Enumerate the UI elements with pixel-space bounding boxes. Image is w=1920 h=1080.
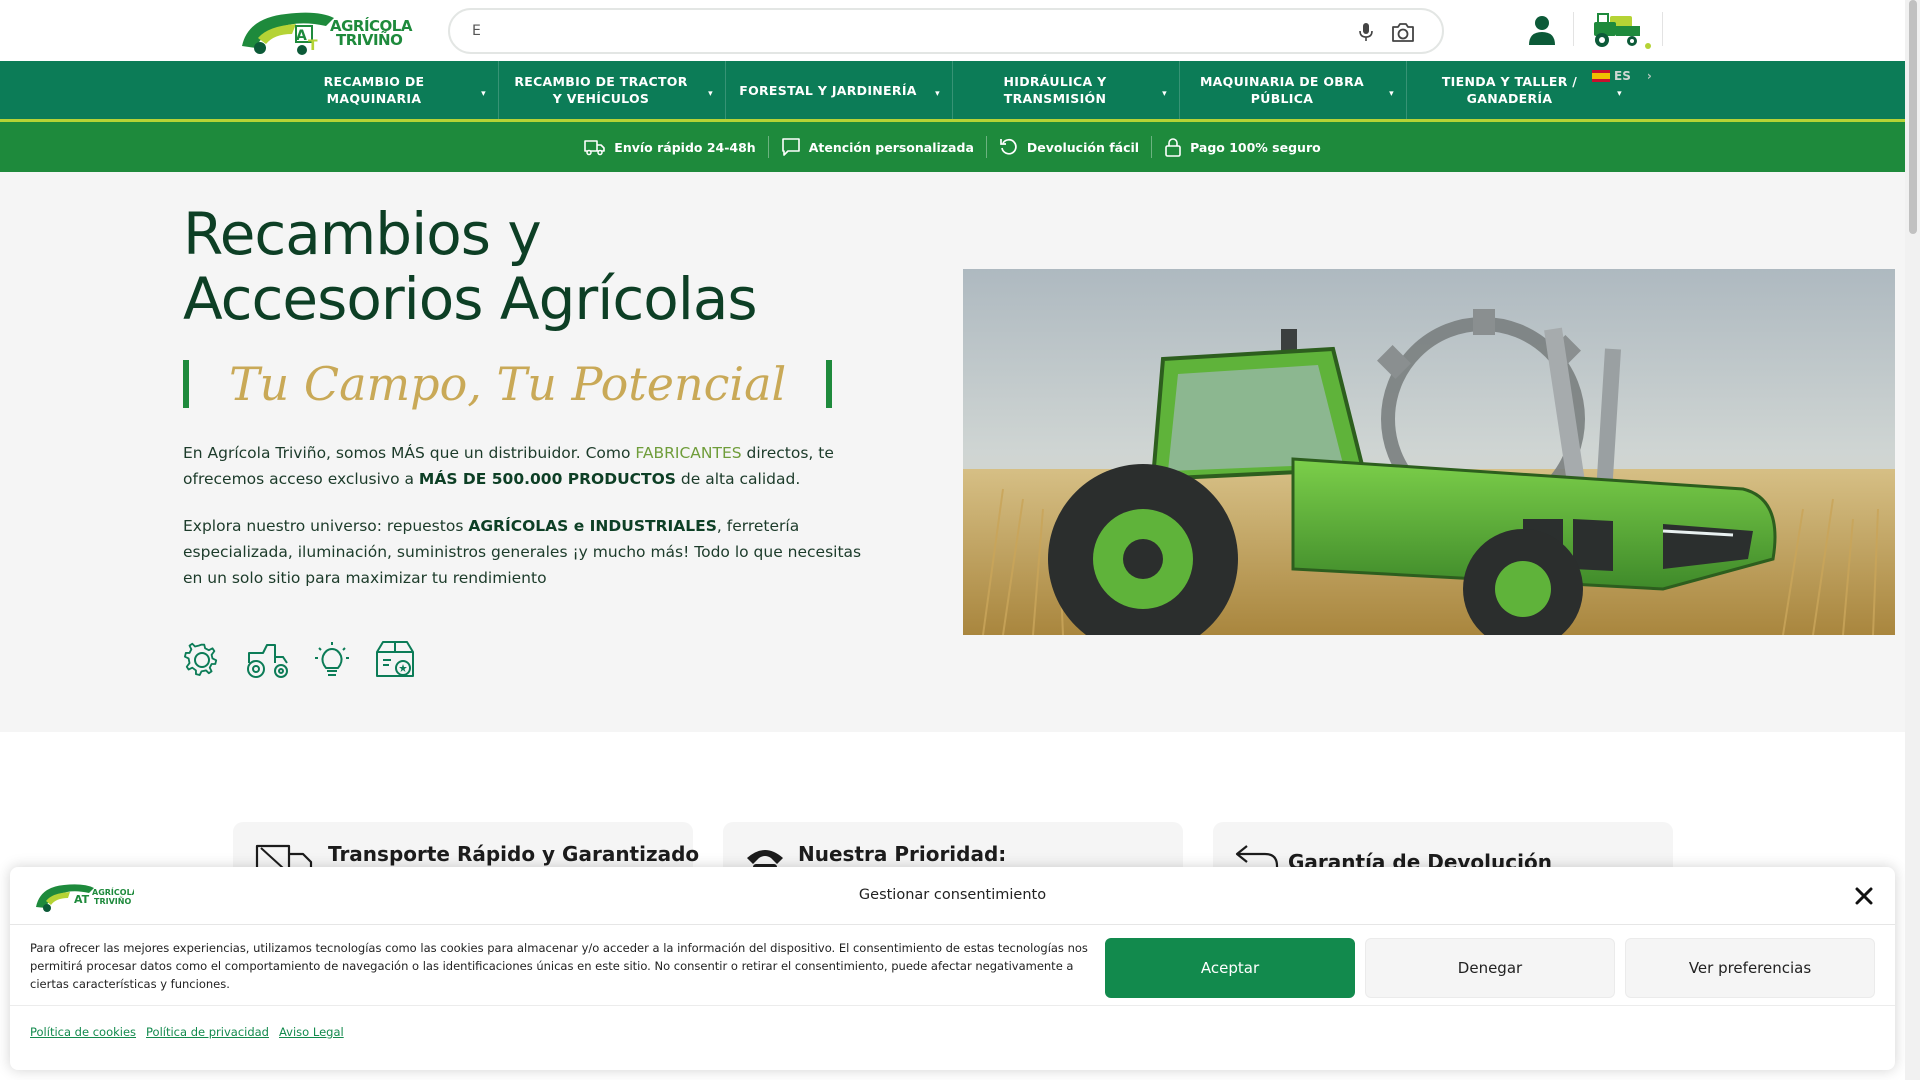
tractor-illustration bbox=[963, 269, 1895, 635]
hero-p1-text-a: En Agrícola Triviño, somos MÁS que un di… bbox=[183, 444, 636, 462]
hero-paragraph-2: Explora nuestro universo: repuestos AGRÍ… bbox=[183, 513, 863, 591]
spain-flag-icon bbox=[1592, 70, 1610, 82]
benefit-fast-shipping: Envío rápido 24-48h bbox=[572, 136, 767, 158]
parts-box-icon bbox=[376, 641, 414, 677]
site-logo[interactable]: A T AGRÍCOLA TRIVIÑO bbox=[238, 4, 412, 58]
hero-title-line-1: Recambios y bbox=[183, 200, 542, 268]
benefit-label: Devolución fácil bbox=[1026, 139, 1140, 155]
logo-tractor-icon: A T bbox=[242, 12, 334, 55]
benefit-personal-attention: Atención personalizada bbox=[767, 136, 986, 158]
page-scrollbar[interactable] bbox=[1905, 0, 1920, 1080]
nav-item-label: HIDRÁULICA Y TRANSMISIÓN bbox=[1003, 74, 1107, 106]
privacy-policy-link[interactable]: Política de privacidad bbox=[146, 1025, 269, 1039]
hero-p1-bold: MÁS DE 500.000 PRODUCTOS bbox=[418, 470, 676, 488]
camera-icon[interactable] bbox=[1390, 20, 1416, 44]
cookie-divider bbox=[10, 1005, 1895, 1006]
benefit-label: Envío rápido 24-48h bbox=[614, 139, 756, 155]
return-icon bbox=[1000, 138, 1017, 155]
logo-text: AGRÍCOLA TRIVIÑO bbox=[330, 19, 412, 49]
user-account-icon[interactable] bbox=[1524, 12, 1560, 48]
benefit-label: Atención personalizada bbox=[808, 139, 974, 155]
gear-icon bbox=[184, 642, 218, 676]
view-preferences-button[interactable]: Ver preferencias bbox=[1625, 938, 1875, 998]
chevron-down-icon: ▾ bbox=[1162, 89, 1167, 99]
cookie-policy-link[interactable]: Política de cookies bbox=[30, 1025, 136, 1039]
chevron-right-icon: › bbox=[1646, 69, 1652, 83]
chevron-down-icon: ▾ bbox=[1617, 89, 1622, 99]
nav-item-label: FORESTAL Y JARDINERÍA bbox=[739, 82, 917, 98]
slogan-text: Tu Campo, Tu Potencial bbox=[229, 357, 787, 411]
lightbulb-icon bbox=[315, 642, 349, 676]
header-divider bbox=[1573, 12, 1574, 46]
hero-slogan: Tu Campo, Tu Potencial bbox=[183, 357, 833, 411]
slogan-bar-right bbox=[826, 360, 833, 408]
hero-icon-row bbox=[183, 638, 417, 682]
tractor-icon bbox=[247, 644, 288, 678]
search-input[interactable] bbox=[472, 20, 1332, 42]
cookie-header: AT AGRÍCOLA TRIVIÑO Gestionar consentimi… bbox=[10, 867, 1895, 925]
chevron-down-icon: ▾ bbox=[481, 89, 486, 99]
hero-p1-highlight: FABRICANTES bbox=[635, 444, 742, 462]
search-box[interactable] bbox=[448, 8, 1444, 54]
legal-notice-link[interactable]: Aviso Legal bbox=[279, 1025, 344, 1039]
nav-item-label: RECAMBIO DE TRACTOR Y VEHÍCULOS bbox=[514, 74, 688, 106]
hero-tractor-image bbox=[963, 269, 1895, 635]
hero-p2-bold: AGRÍCOLAS e INDUSTRIALES bbox=[468, 517, 717, 535]
close-icon[interactable] bbox=[1853, 885, 1875, 907]
chevron-down-icon: ▾ bbox=[1389, 89, 1394, 99]
cookie-links: Política de cookies Política de privacid… bbox=[30, 1025, 344, 1039]
lock-icon bbox=[1165, 138, 1181, 157]
chevron-down-icon: ▾ bbox=[935, 89, 940, 99]
scrollbar-thumb[interactable] bbox=[1909, 0, 1917, 234]
nav-item-hidraulica-transmision[interactable]: HIDRÁULICA Y TRANSMISIÓN ▾ bbox=[953, 61, 1180, 119]
feature-title: Transporte Rápido y Garantizado bbox=[328, 842, 700, 866]
benefit-label: Pago 100% seguro bbox=[1190, 139, 1321, 155]
language-selector[interactable]: ES › bbox=[1592, 69, 1652, 83]
header-divider bbox=[1662, 12, 1663, 46]
feature-title: Nuestra Prioridad: bbox=[798, 842, 1007, 866]
cart-tractor-icon[interactable] bbox=[1586, 8, 1652, 50]
accept-button[interactable]: Aceptar bbox=[1105, 938, 1355, 998]
hero-title-line-2: Accesorios Agrícolas bbox=[183, 265, 758, 333]
nav-item-maquinaria-obra-publica[interactable]: MAQUINARIA DE OBRA PÚBLICA ▾ bbox=[1180, 61, 1407, 119]
cookie-description: Para ofrecer las mejores experiencias, u… bbox=[30, 941, 1088, 991]
svg-text:T: T bbox=[308, 38, 318, 54]
hero-p1-text-c: de alta calidad. bbox=[675, 470, 801, 488]
benefit-easy-return: Devolución fácil bbox=[985, 136, 1151, 158]
svg-text:A: A bbox=[296, 28, 307, 44]
chat-icon bbox=[781, 138, 800, 156]
hero-p2-text-a: Explora nuestro universo: repuestos bbox=[183, 517, 469, 535]
hero-section: Recambios y Accesorios Agrícolas Tu Camp… bbox=[0, 172, 1905, 732]
benefit-secure-payment: Pago 100% seguro bbox=[1151, 136, 1333, 158]
truck-icon bbox=[584, 140, 606, 156]
hero-paragraph-1: En Agrícola Triviño, somos MÁS que un di… bbox=[183, 440, 863, 492]
site-header: A T AGRÍCOLA TRIVIÑO bbox=[0, 0, 1905, 61]
language-code: ES bbox=[1614, 69, 1631, 83]
main-navigation: RECAMBIO DE MAQUINARIA ▾ RECAMBIO DE TRA… bbox=[0, 61, 1905, 122]
nav-item-recambio-maquinaria[interactable]: RECAMBIO DE MAQUINARIA ▾ bbox=[272, 61, 499, 119]
chevron-down-icon: ▾ bbox=[708, 89, 713, 99]
nav-item-label: RECAMBIO DE MAQUINARIA bbox=[323, 74, 425, 106]
hero-title: Recambios y Accesorios Agrícolas bbox=[183, 202, 823, 332]
cookie-title: Gestionar consentimiento bbox=[858, 887, 1047, 903]
benefits-bar: Envío rápido 24-48h Atención personaliza… bbox=[0, 122, 1905, 172]
cookie-consent-banner: AT AGRÍCOLA TRIVIÑO Gestionar consentimi… bbox=[10, 867, 1895, 1070]
logo-line-2: TRIVIÑO bbox=[336, 31, 403, 49]
microphone-icon[interactable] bbox=[1356, 21, 1376, 43]
nav-item-recambio-tractor[interactable]: RECAMBIO DE TRACTOR Y VEHÍCULOS ▾ bbox=[499, 61, 726, 119]
nav-item-forestal-jardineria[interactable]: FORESTAL Y JARDINERÍA ▾ bbox=[726, 61, 953, 119]
nav-item-label: MAQUINARIA DE OBRA PÚBLICA bbox=[1199, 74, 1365, 106]
deny-button[interactable]: Denegar bbox=[1365, 938, 1615, 998]
